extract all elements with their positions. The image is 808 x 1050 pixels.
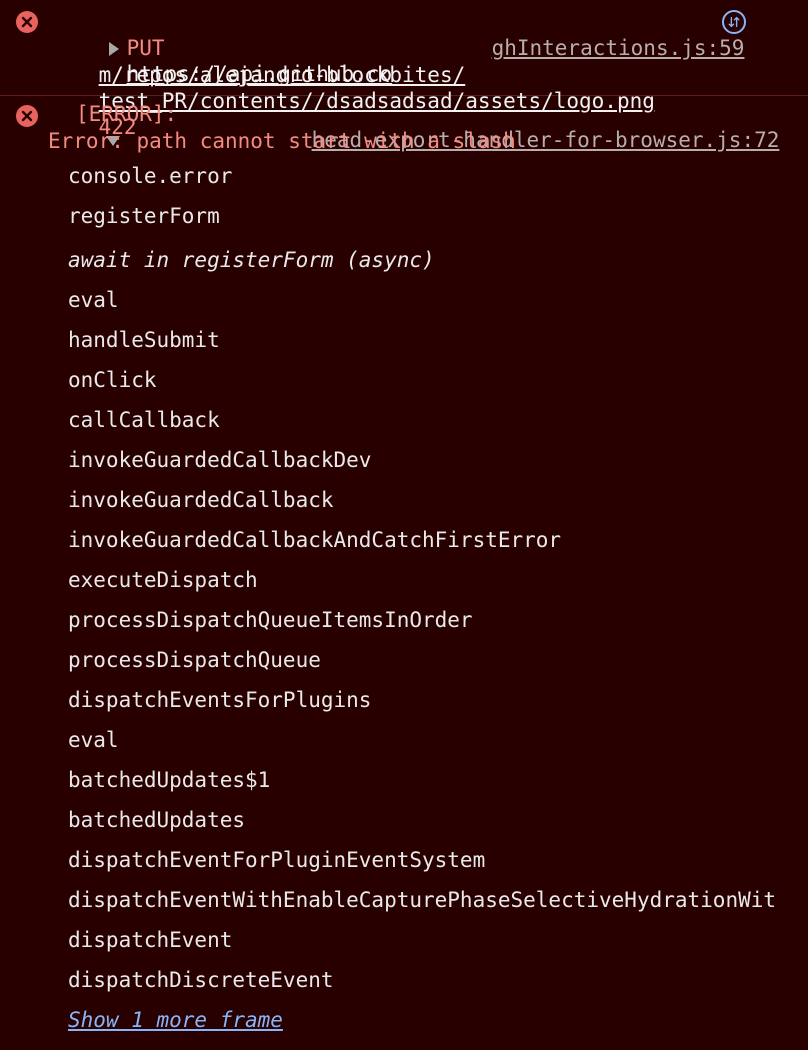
stack-frame[interactable]: batchedUpdates [68, 807, 245, 833]
stack-frame[interactable]: dispatchEventForPluginEventSystem [68, 847, 485, 873]
stack-frame[interactable]: callCallback [68, 407, 220, 433]
stack-frame[interactable]: registerForm [68, 203, 220, 229]
stack-frame[interactable]: dispatchDiscreteEvent [68, 967, 334, 993]
error-text: Error: path cannot start with a slash [48, 129, 516, 153]
stack-frame[interactable]: invokeGuardedCallback [68, 487, 334, 513]
stack-frame[interactable]: processDispatchQueueItemsInOrder [68, 607, 473, 633]
show-more-frames-link[interactable]: Show 1 more frame [68, 1007, 283, 1033]
stack-frame[interactable]: eval [68, 727, 119, 753]
stack-frame[interactable]: invokeGuardedCallbackAndCatchFirstError [68, 527, 561, 553]
stack-frame[interactable]: onClick [68, 367, 157, 393]
error-icon [16, 11, 38, 33]
stack-frame[interactable]: processDispatchQueue [68, 647, 321, 673]
network-request-icon[interactable] [722, 10, 746, 34]
source-file-link[interactable]: ghInteractions.js:59 [492, 36, 745, 60]
console-error-message: [ERROR]: head-export-handler-for-browser… [0, 96, 808, 1050]
network-error-message: PUT https://api.github.co ghInteractions… [0, 0, 808, 139]
stack-frame[interactable]: invokeGuardedCallbackDev [68, 447, 371, 473]
stack-frame: console.error [68, 164, 233, 188]
stack-frame[interactable]: handleSubmit [68, 327, 220, 353]
stack-frame[interactable]: dispatchEvent [68, 927, 232, 953]
stack-frame[interactable]: executeDispatch [68, 567, 258, 593]
stack-frame-async: await in registerForm (async) [68, 248, 435, 272]
stack-frame[interactable]: eval [68, 287, 119, 313]
error-tag: [ERROR]: [76, 102, 178, 126]
error-icon [16, 105, 38, 127]
stack-frame[interactable]: dispatchEventsForPlugins [68, 687, 371, 713]
stack-frame[interactable]: batchedUpdates$1 [68, 767, 270, 793]
stack-frame[interactable]: dispatchEventWithEnableCapturePhaseSelec… [68, 887, 776, 913]
